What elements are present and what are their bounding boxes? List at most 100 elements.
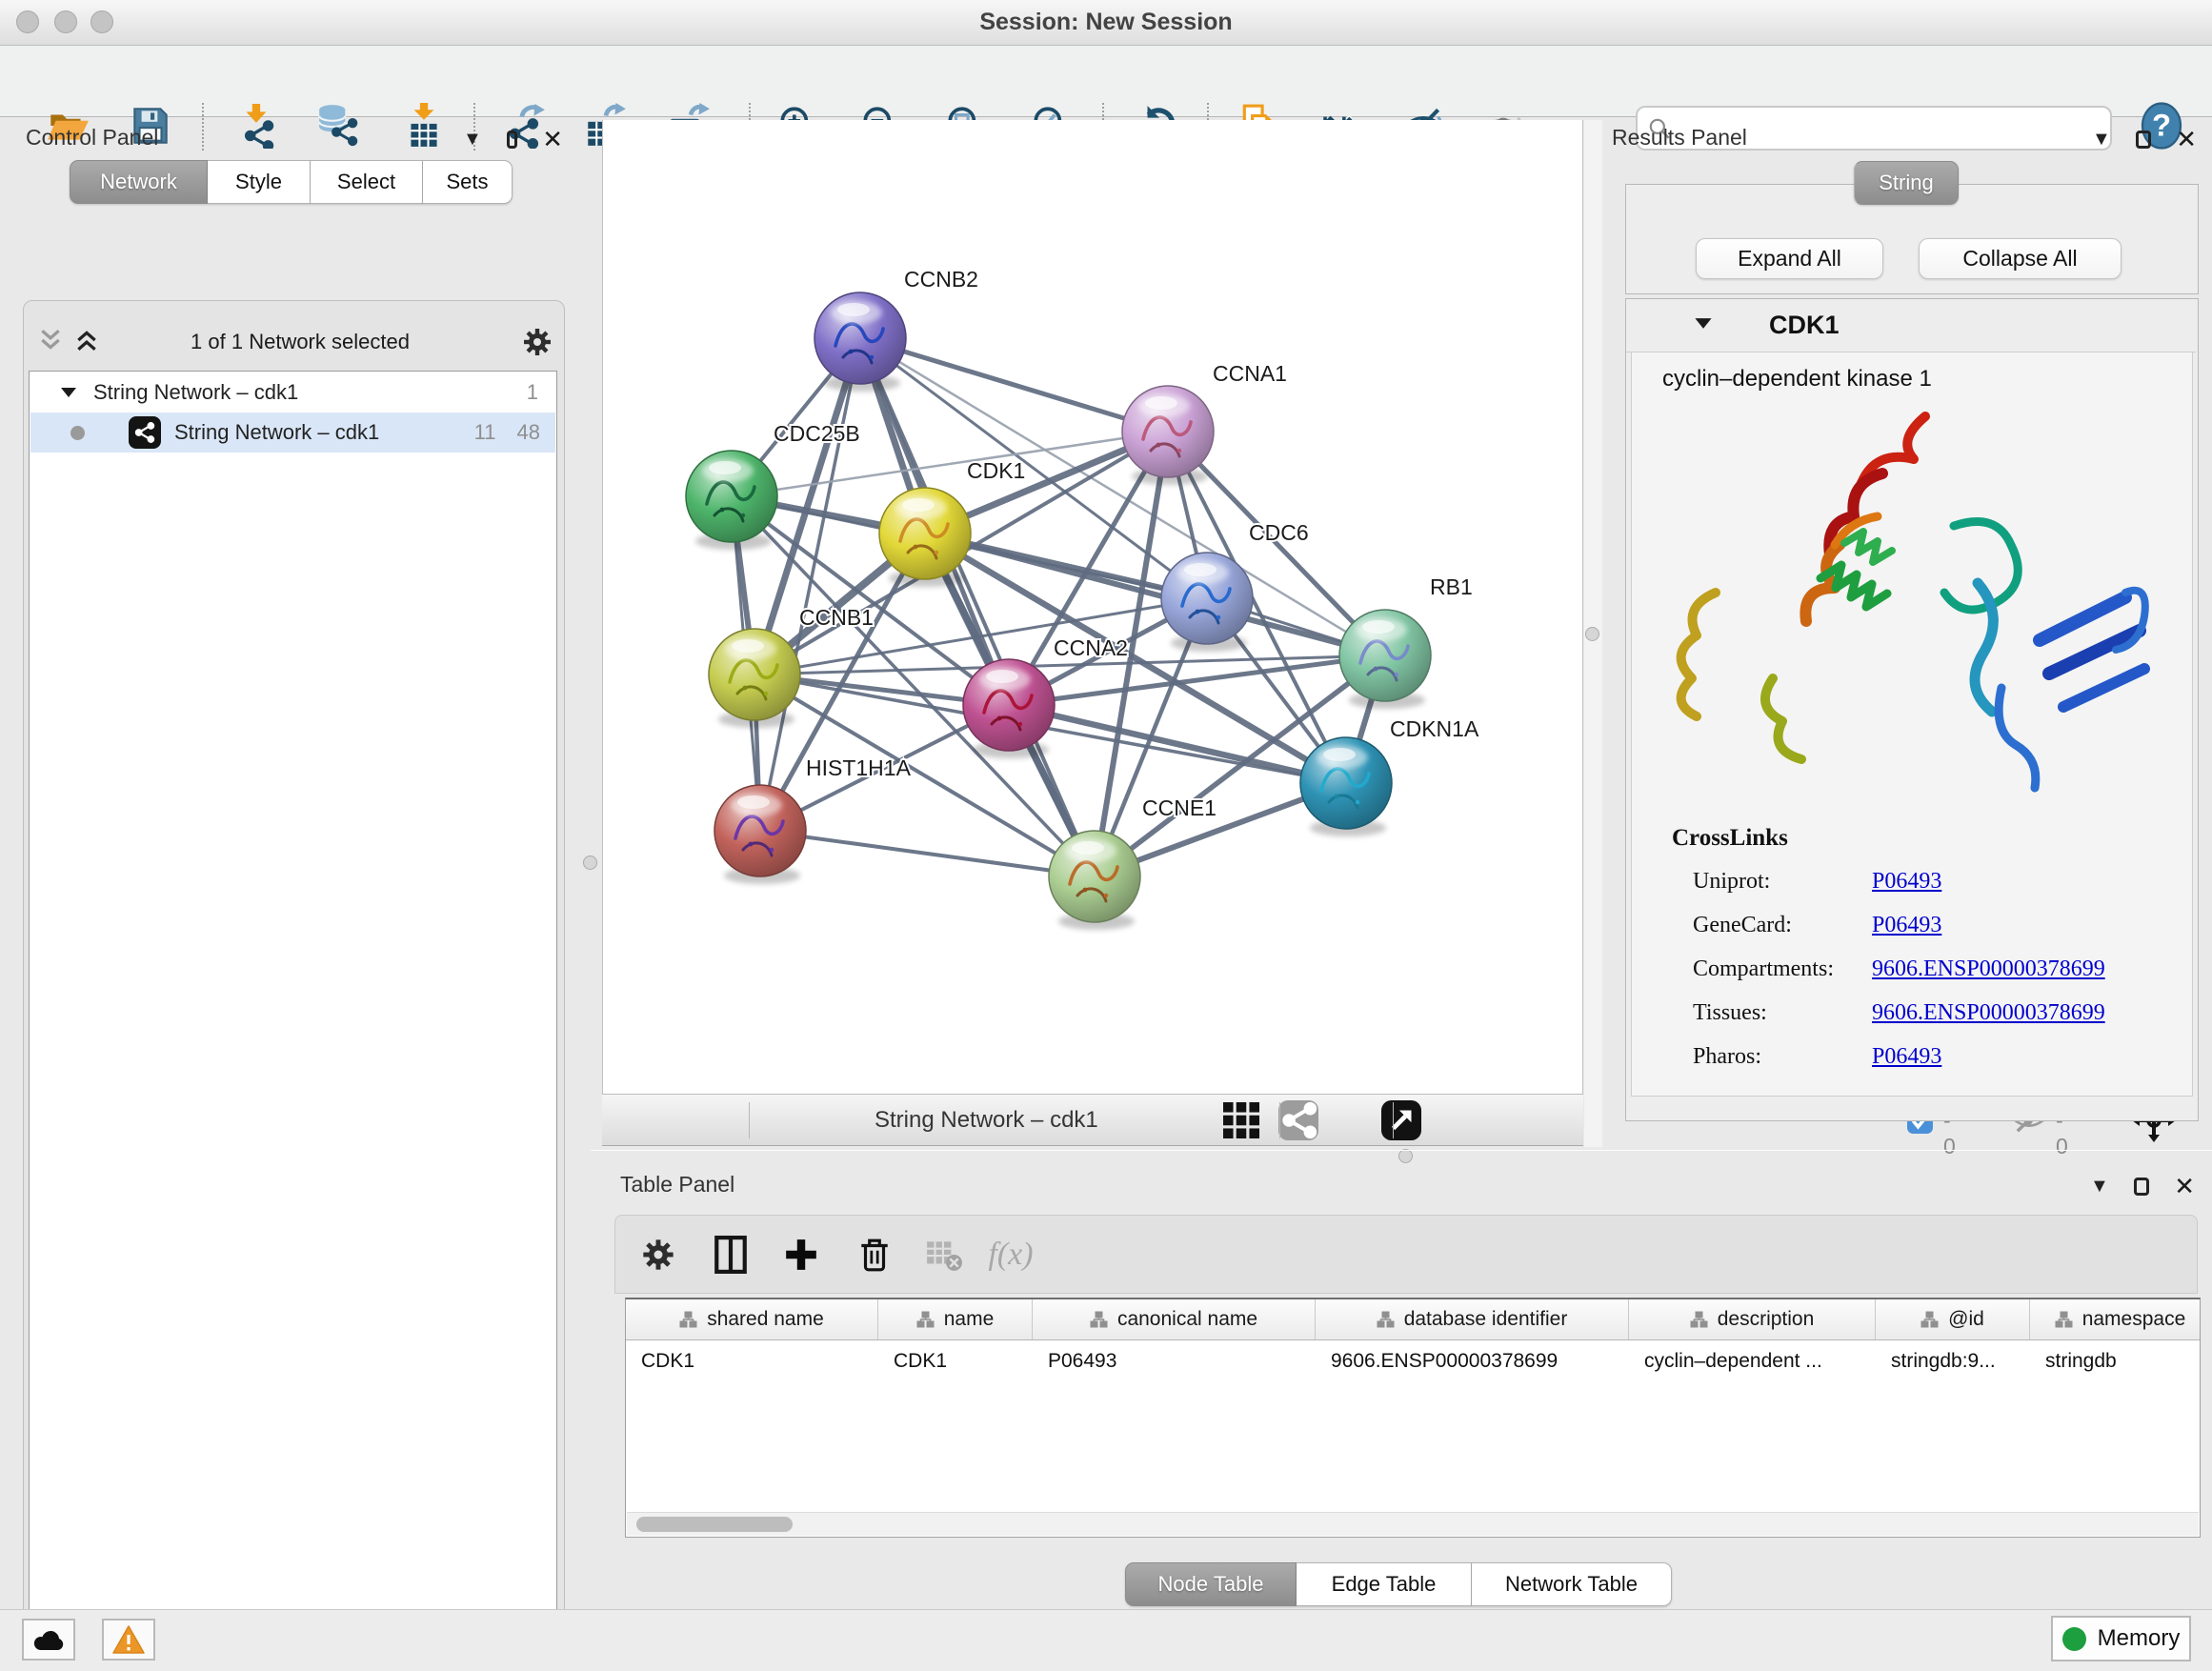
table-cell[interactable]: cyclin–dependent ... xyxy=(1629,1340,1876,1382)
column-header-namespace[interactable]: namespace xyxy=(2030,1299,2201,1339)
column-header--id[interactable]: @id xyxy=(1876,1299,2030,1339)
panel-float-icon[interactable] xyxy=(507,131,517,149)
show-columns-icon[interactable] xyxy=(705,1229,756,1280)
tab-style[interactable]: Style xyxy=(208,160,311,204)
crosslink-link[interactable]: P06493 xyxy=(1872,869,1941,895)
crosslink-link[interactable]: P06493 xyxy=(1872,1044,1941,1070)
node-RB1[interactable]: RB1 xyxy=(1339,574,1473,709)
edge-HIST1H1A-CCNE1[interactable] xyxy=(760,831,1095,876)
edge-CCNB2-CCNE1[interactable] xyxy=(860,338,1095,876)
panel-collapse-icon[interactable]: ▼ xyxy=(2092,129,2111,151)
node-label-CDC25B: CDC25B xyxy=(774,421,860,446)
create-column-icon[interactable] xyxy=(775,1229,827,1280)
table-options-gear-icon[interactable] xyxy=(633,1229,684,1280)
tab-node-table[interactable]: Node Table xyxy=(1125,1562,1297,1606)
column-type-icon xyxy=(1090,1311,1108,1328)
node-label-RB1: RB1 xyxy=(1430,574,1473,599)
toolbar-separator xyxy=(1279,1102,1280,1138)
birdseye-view-icon[interactable] xyxy=(1381,1095,1421,1146)
crosslink-label: Compartments: xyxy=(1693,956,1872,982)
table-cell[interactable]: 9606.ENSP00000378699 xyxy=(1316,1340,1629,1382)
column-header-database-identifier[interactable]: database identifier xyxy=(1316,1299,1629,1339)
panel-close-icon[interactable]: ✕ xyxy=(542,125,563,154)
crosslink-link[interactable]: 9606.ENSP00000378699 xyxy=(1872,1000,2105,1026)
network-status-dot xyxy=(70,426,85,440)
table-cell[interactable]: CDK1 xyxy=(626,1340,878,1382)
results-panel-tabs: String xyxy=(1854,161,1959,205)
horizontal-scrollbar[interactable] xyxy=(627,1512,2199,1536)
delete-table-icon-disabled xyxy=(918,1229,970,1280)
window-title: Session: New Session xyxy=(0,9,2212,36)
crosslink-link[interactable]: P06493 xyxy=(1872,913,1941,938)
node-CDC25B[interactable]: CDC25B xyxy=(686,421,860,550)
panel-collapse-icon[interactable]: ▼ xyxy=(463,129,482,151)
control-panel-title: Control Panel xyxy=(26,125,158,151)
crosslink-label: GeneCard: xyxy=(1693,913,1872,938)
node-CDKN1A[interactable]: CDKN1A xyxy=(1300,716,1479,836)
table-cell[interactable]: stringdb xyxy=(2030,1340,2201,1382)
tab-sets[interactable]: Sets xyxy=(423,160,513,204)
column-type-icon xyxy=(2055,1311,2073,1328)
scrollbar-thumb[interactable] xyxy=(636,1517,793,1532)
network-row[interactable]: String Network – cdk1 11 48 xyxy=(30,413,555,453)
tab-string[interactable]: String xyxy=(1854,161,1959,205)
control-panel-tabs: NetworkStyleSelectSets xyxy=(70,160,513,204)
panel-float-icon[interactable] xyxy=(2136,131,2151,149)
crosslink-link[interactable]: 9606.ENSP00000378699 xyxy=(1872,956,2105,982)
panel-close-icon[interactable]: ✕ xyxy=(2174,1172,2195,1201)
node-section-header[interactable]: CDK1 xyxy=(1626,299,2196,352)
node-CCNE1[interactable]: CCNE1 xyxy=(1049,795,1217,930)
crosslink-label: Pharos: xyxy=(1693,1044,1872,1070)
splitter-handle[interactable] xyxy=(1585,627,1599,641)
gene-description: cyclin–dependent kinase 1 xyxy=(1662,366,1932,393)
network-canvas[interactable]: CCNB2CCNA1CDC25BCDK1CDC6RB1CCNB1CCNA2CDK… xyxy=(602,120,1583,1094)
network-share-view-icon[interactable] xyxy=(1278,1095,1318,1146)
memory-button[interactable]: Memory xyxy=(2051,1616,2191,1661)
tree-expander-icon[interactable] xyxy=(59,380,78,405)
crosslink-label: Uniprot: xyxy=(1693,869,1872,895)
tab-select[interactable]: Select xyxy=(311,160,423,204)
node-CCNB2[interactable]: CCNB2 xyxy=(814,267,978,392)
node-CDK1[interactable]: CDK1 xyxy=(879,458,1025,587)
tab-network-table[interactable]: Network Table xyxy=(1472,1562,1672,1606)
warning-icon[interactable] xyxy=(102,1619,155,1661)
expand-all-button[interactable]: Expand All xyxy=(1696,238,1883,279)
protein-structure-image xyxy=(1639,402,2182,821)
panel-float-icon[interactable] xyxy=(2134,1178,2149,1196)
expand-all-networks-icon[interactable] xyxy=(73,328,100,357)
tab-network[interactable]: Network xyxy=(70,160,208,204)
edge-CCNB2-CCNA1[interactable] xyxy=(860,338,1168,432)
results-panel-title: Results Panel xyxy=(1612,125,1747,151)
column-header-shared-name[interactable]: shared name xyxy=(626,1299,878,1339)
edge-CDK1-RB1[interactable] xyxy=(925,534,1385,655)
node-table: shared namenamecanonical namedatabase id… xyxy=(625,1298,2201,1538)
grid-view-icon[interactable] xyxy=(1223,1095,1259,1146)
node-HIST1H1A[interactable]: HIST1H1A xyxy=(714,755,912,884)
table-cell[interactable]: stringdb:9... xyxy=(1876,1340,2030,1382)
network-edge-count: 48 xyxy=(517,420,540,445)
delete-column-icon[interactable] xyxy=(849,1229,900,1280)
tab-edge-table[interactable]: Edge Table xyxy=(1297,1562,1472,1606)
column-header-description[interactable]: description xyxy=(1629,1299,1876,1339)
table-cell[interactable]: CDK1 xyxy=(878,1340,1033,1382)
crosslink-row: Pharos:P06493 xyxy=(1693,1035,2169,1078)
panel-close-icon[interactable]: ✕ xyxy=(2176,125,2197,154)
cloud-status-icon[interactable] xyxy=(22,1619,75,1661)
column-header-name[interactable]: name xyxy=(878,1299,1033,1339)
collapse-all-button[interactable]: Collapse All xyxy=(1919,238,2122,279)
table-panel-tabs: Node TableEdge TableNetwork Table xyxy=(1125,1562,1672,1606)
splitter-handle[interactable] xyxy=(583,856,597,870)
table-panel-title: Table Panel xyxy=(620,1172,734,1198)
table-cell[interactable]: P06493 xyxy=(1033,1340,1316,1382)
collapse-all-networks-icon[interactable] xyxy=(37,328,64,357)
network-options-gear-icon[interactable] xyxy=(521,326,553,363)
network-collection-row[interactable]: String Network – cdk1 1 xyxy=(30,372,555,413)
current-network-title: String Network – cdk1 xyxy=(875,1095,1098,1146)
memory-status-dot xyxy=(2062,1627,2086,1651)
table-row[interactable]: CDK1CDK1P064939606.ENSP00000378699cyclin… xyxy=(626,1340,2200,1382)
section-expander-icon[interactable] xyxy=(1693,316,1714,335)
function-builder-icon-disabled: f(x) xyxy=(985,1229,1036,1280)
network-graph[interactable]: CCNB2CCNA1CDC25BCDK1CDC6RB1CCNB1CCNA2CDK… xyxy=(603,120,1582,1092)
column-header-canonical-name[interactable]: canonical name xyxy=(1033,1299,1316,1339)
panel-collapse-icon[interactable]: ▼ xyxy=(2090,1176,2109,1198)
